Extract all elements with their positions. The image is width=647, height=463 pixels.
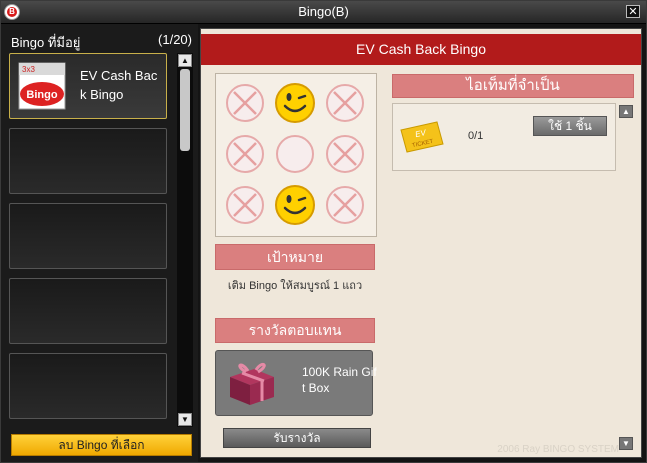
bingo-slot-label: EV Cash Bac k Bingo xyxy=(80,68,158,102)
smiley-icon xyxy=(275,83,315,123)
required-scroll-up-button[interactable]: ▲ xyxy=(619,105,633,118)
claim-reward-button[interactable]: รับรางวัล xyxy=(223,428,371,448)
gift-box-icon xyxy=(230,362,274,405)
close-button[interactable]: ✕ xyxy=(626,5,640,18)
ev-ticket-icon: EV TICKET xyxy=(400,121,444,153)
bingo-count: (1/20) xyxy=(158,32,192,47)
required-items-title: ไอเท็มที่จำเป็น xyxy=(392,74,634,98)
bingo-card-icon: 3x3 Bingo xyxy=(18,62,66,110)
available-bingo-panel: Bingo ที่มีอยู่ (1/20) 3x3 Bingo EV Cash… xyxy=(1,24,198,462)
reward-title: รางวัลตอบแทน xyxy=(215,318,375,343)
required-scroll-down-button[interactable]: ▼ xyxy=(619,437,633,450)
goal-title: เป้าหมาย xyxy=(215,244,375,270)
empty-cell-icon xyxy=(276,135,314,173)
bingo-window: B Bingo(B) ✕ Bingo ที่มีอยู่ (1/20) 3x3 … xyxy=(0,0,647,463)
crossed-cell-icon xyxy=(226,84,264,122)
bingo-slot-3[interactable] xyxy=(9,203,167,269)
bingo-slot-2[interactable] xyxy=(9,128,167,194)
crossed-cell-icon xyxy=(326,186,364,224)
bingo-slot-4[interactable] xyxy=(9,278,167,344)
scroll-up-button[interactable]: ▲ xyxy=(178,54,192,67)
use-item-button[interactable]: ใช้ 1 ชิ้น xyxy=(533,116,607,136)
delete-selected-bingo-button[interactable]: ลบ Bingo ที่เลือก xyxy=(11,434,192,456)
available-bingo-title: Bingo ที่มีอยู่ xyxy=(11,35,81,50)
copyright-text: 2006 Ray BINGO SYSTEM xyxy=(497,444,619,455)
scroll-down-button[interactable]: ▼ xyxy=(178,413,192,426)
bingo-board xyxy=(215,73,377,237)
window-title: Bingo(B) xyxy=(298,4,349,19)
crossed-cell-icon xyxy=(226,135,264,173)
required-items-scrollbar[interactable]: ▲ ▼ xyxy=(619,105,635,453)
reward-item-name: 100K Rain Gif t Box xyxy=(302,365,377,395)
svg-text:Bingo: Bingo xyxy=(26,89,57,101)
scroll-thumb[interactable] xyxy=(180,69,190,151)
required-item-count: 0/1 xyxy=(468,130,484,142)
crossed-cell-icon xyxy=(326,135,364,173)
title-bar[interactable]: B Bingo(B) ✕ xyxy=(1,1,646,24)
svg-text:3x3: 3x3 xyxy=(22,65,35,74)
bingo-name-header: EV Cash Back Bingo xyxy=(201,34,641,65)
reward-item[interactable]: 100K Rain Gif t Box xyxy=(215,350,377,416)
smiley-icon xyxy=(275,185,315,225)
slot-scrollbar[interactable]: ▲ ▼ xyxy=(177,53,193,427)
crossed-cell-icon xyxy=(326,84,364,122)
crossed-cell-icon xyxy=(226,186,264,224)
goal-text: เติม Bingo ให้สมบูรณ์ 1 แถว xyxy=(227,280,363,292)
bingo-slot-1[interactable]: 3x3 Bingo EV Cash Bac k Bingo xyxy=(9,53,167,119)
required-item-row: EV TICKET 0/1 ใช้ 1 ชิ้น xyxy=(392,103,616,171)
bingo-detail-panel: EV Cash Back Bingo เป้าหมาย เติม Bingo ใ… xyxy=(200,28,642,458)
bingo-slot-5[interactable] xyxy=(9,353,167,419)
